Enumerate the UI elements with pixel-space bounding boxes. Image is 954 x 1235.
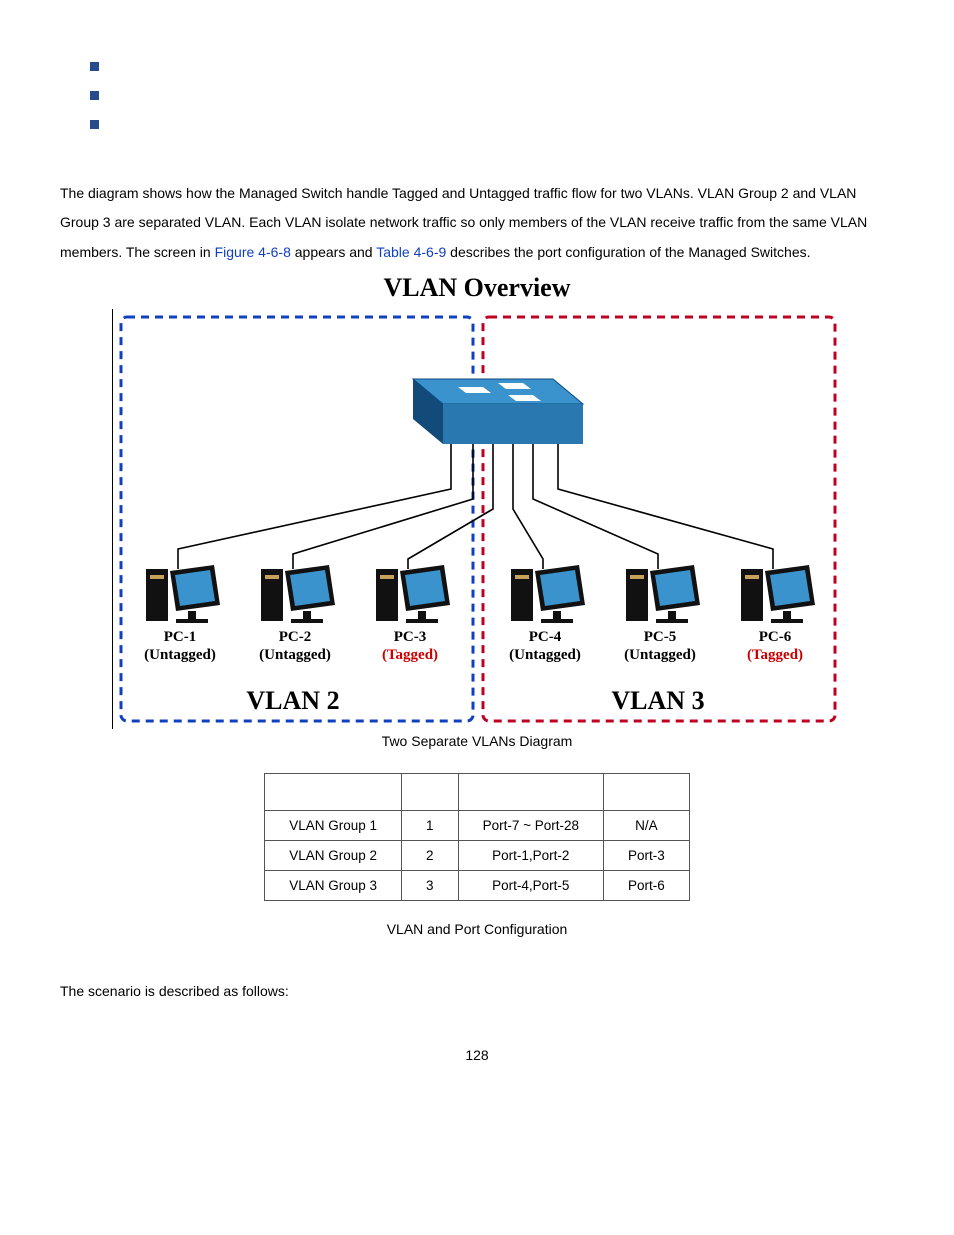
pc-tag-label: (Untagged) bbox=[509, 647, 581, 663]
table-row: VLAN Group 11Port-7 ~ Port-28N/A bbox=[265, 811, 690, 841]
table-row: VLAN Group 33Port-4,Port-5Port-6 bbox=[265, 871, 690, 901]
vlan-diagram-svg: PC-1 (Untagged) PC-2 (Untagged) PC-3 (Tagged)… bbox=[113, 309, 843, 729]
cell-id: 1 bbox=[402, 811, 459, 841]
pc-name-label: PC-4 bbox=[528, 629, 561, 645]
switch-icon bbox=[413, 379, 583, 444]
pc-name-label: PC-3 bbox=[393, 629, 426, 645]
page-number: 128 bbox=[60, 1047, 894, 1063]
figure-link[interactable]: Figure 4-6-8 bbox=[215, 244, 291, 260]
cell-untagged: Port-7 ~ Port-28 bbox=[458, 811, 603, 841]
cell-group: VLAN Group 3 bbox=[265, 871, 402, 901]
pc-icon: PC-4 (Untagged) bbox=[509, 565, 585, 663]
table-row: VLAN Group 22Port-1,Port-2Port-3 bbox=[265, 841, 690, 871]
pc-name-label: PC-1 bbox=[163, 629, 196, 645]
cell-tagged: Port-3 bbox=[603, 841, 689, 871]
bullet-icon bbox=[90, 91, 99, 100]
pc-icon: PC-6 (Tagged) bbox=[741, 565, 815, 663]
pc-icon: PC-5 (Untagged) bbox=[624, 565, 700, 663]
intro-paragraph: The diagram shows how the Managed Switch… bbox=[60, 179, 894, 267]
cell-untagged: Port-1,Port-2 bbox=[458, 841, 603, 871]
table-link[interactable]: Table 4-6-9 bbox=[376, 244, 446, 260]
pc-name-label: PC-5 bbox=[643, 629, 676, 645]
bullet-icon bbox=[90, 120, 99, 129]
cell-group: VLAN Group 1 bbox=[265, 811, 402, 841]
vlan3-label: VLAN 3 bbox=[611, 686, 704, 715]
diagram-frame: PC-1 (Untagged) PC-2 (Untagged) PC-3 (Tagged)… bbox=[112, 309, 843, 729]
pc-tag-label: (Tagged) bbox=[381, 647, 437, 663]
cell-group: VLAN Group 2 bbox=[265, 841, 402, 871]
cell-untagged: Port-4,Port-5 bbox=[458, 871, 603, 901]
bullet-list bbox=[90, 52, 894, 139]
intro-text: appears and bbox=[295, 244, 376, 260]
pc-icon: PC-2 (Untagged) bbox=[259, 565, 335, 663]
pc-tag-label: (Untagged) bbox=[259, 647, 331, 663]
intro-text: describes the port configuration of the … bbox=[450, 244, 810, 260]
bullet-icon bbox=[90, 62, 99, 71]
figure-caption: Two Separate VLANs Diagram bbox=[60, 733, 894, 749]
closing-text: The scenario is described as follows: bbox=[60, 977, 894, 1006]
vlan-overview-figure: VLAN Overview bbox=[60, 273, 894, 749]
col-id bbox=[402, 774, 459, 811]
pc-icon: PC-3 (Tagged) bbox=[376, 565, 450, 663]
vlan-config-table: VLAN Group 11Port-7 ~ Port-28N/AVLAN Gro… bbox=[264, 773, 690, 901]
pc-tag-label: (Untagged) bbox=[624, 647, 696, 663]
figure-title: VLAN Overview bbox=[60, 273, 894, 303]
cell-tagged: Port-6 bbox=[603, 871, 689, 901]
pc-icon: PC-1 (Untagged) bbox=[144, 565, 220, 663]
table-caption: VLAN and Port Configuration bbox=[60, 921, 894, 937]
cell-id: 2 bbox=[402, 841, 459, 871]
vlan2-label: VLAN 2 bbox=[246, 686, 339, 715]
col-untagged bbox=[458, 774, 603, 811]
col-tagged bbox=[603, 774, 689, 811]
pc-name-label: PC-2 bbox=[278, 629, 311, 645]
pc-tag-label: (Tagged) bbox=[746, 647, 802, 663]
col-group bbox=[265, 774, 402, 811]
pc-tag-label: (Untagged) bbox=[144, 647, 216, 663]
cell-tagged: N/A bbox=[603, 811, 689, 841]
table-header-row bbox=[265, 774, 690, 811]
cell-id: 3 bbox=[402, 871, 459, 901]
pc-name-label: PC-6 bbox=[758, 629, 791, 645]
